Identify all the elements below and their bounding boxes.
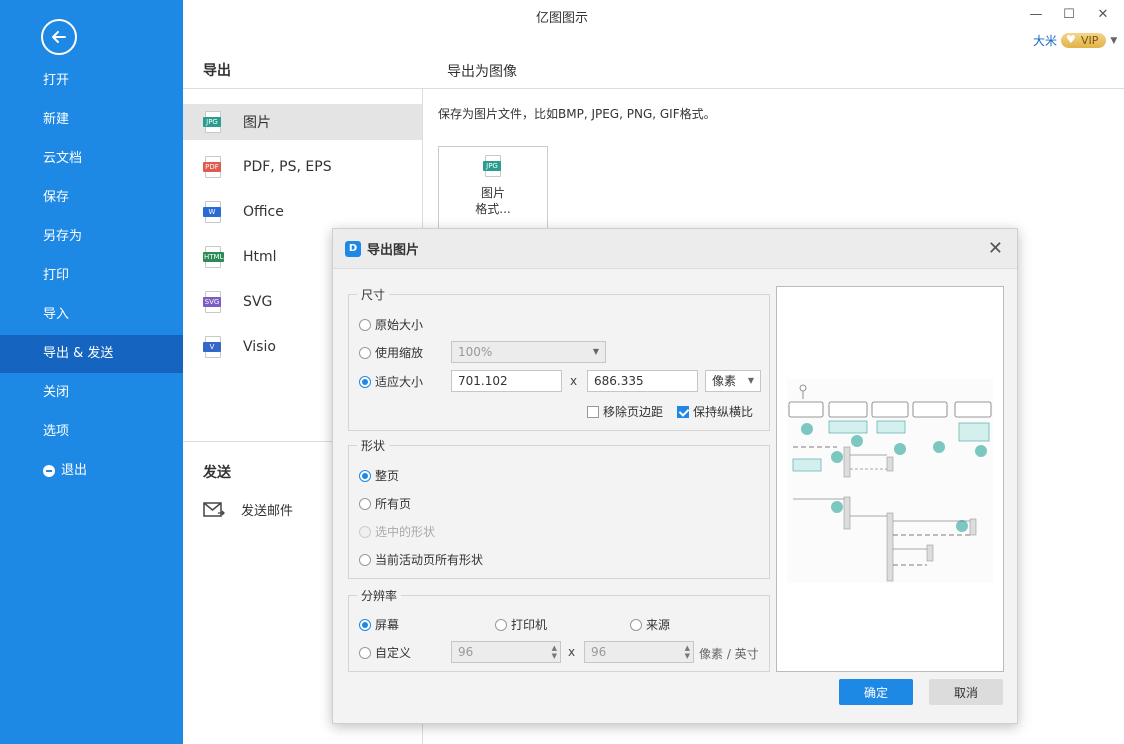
dialog-close-button[interactable]: ✕ [988, 238, 1003, 259]
ok-button[interactable]: 确定 [839, 679, 913, 705]
sidebar-item-new[interactable]: 新建 [0, 101, 183, 139]
jpg-file-icon: JPG [203, 111, 223, 133]
exit-icon [43, 465, 55, 477]
keep-ratio-checkbox[interactable]: 保持纵横比 [677, 403, 753, 420]
radio-button[interactable] [495, 618, 507, 631]
word-file-icon: W [203, 201, 223, 223]
maximize-button[interactable]: ☐ [1057, 4, 1081, 24]
send-mail-item[interactable]: 发送邮件 [203, 500, 293, 519]
svg-file-icon: SVG [203, 291, 223, 313]
chevron-down-icon: ▼ [1110, 35, 1118, 46]
radio-button[interactable] [359, 318, 371, 331]
shape-selected-option: 选中的形状 [359, 523, 435, 540]
size-group-title: 尺寸 [357, 286, 390, 303]
remove-margin-checkbox[interactable]: 移除页边距 [587, 403, 663, 420]
shape-group-title: 形状 [357, 437, 390, 454]
height-input[interactable]: 686.335 [587, 370, 698, 392]
user-menu[interactable]: 大米 VIP ▼ [1033, 32, 1117, 49]
size-scale-option[interactable]: 使用缩放 [359, 344, 423, 361]
resolution-screen-option[interactable]: 屏幕 [359, 616, 399, 633]
visio-file-icon: V [203, 336, 223, 358]
pdf-file-icon: PDF [203, 156, 223, 178]
mail-icon [203, 501, 225, 517]
jpg-file-icon: JPG [483, 155, 503, 177]
radio-button [359, 525, 371, 538]
spinner-icon: ▲ ▼ [684, 644, 690, 660]
sidebar-item-export-send[interactable]: 导出 & 发送 [0, 335, 183, 373]
radio-button[interactable] [359, 618, 371, 631]
size-fit-option[interactable]: 适应大小 [359, 373, 423, 390]
resolution-printer-option[interactable]: 打印机 [495, 616, 547, 633]
export-item-image[interactable]: JPG 图片 [183, 104, 422, 140]
sidebar: 打开 新建 云文档 保存 另存为 打印 导入 导出 & 发送 关闭 选项 退出 [0, 0, 183, 744]
export-title: 导出 [203, 63, 231, 79]
radio-button[interactable] [359, 646, 371, 659]
dpi-x-input[interactable]: 96 ▲ ▼ [451, 641, 561, 663]
unit-select[interactable]: 像素 ▼ [705, 370, 761, 392]
right-title: 导出为图像 [447, 64, 517, 80]
shape-all-pages-option[interactable]: 所有页 [359, 495, 411, 512]
app-logo-icon: D [345, 240, 361, 257]
radio-button[interactable] [630, 618, 642, 631]
shape-current-all-option[interactable]: 当前活动页所有形状 [359, 551, 483, 568]
sidebar-item-import[interactable]: 导入 [0, 296, 183, 334]
chevron-down-icon: ▼ [747, 376, 754, 385]
size-original-option[interactable]: 原始大小 [359, 316, 423, 333]
sidebar-item-exit[interactable]: 退出 [0, 452, 183, 490]
times-sign: x [570, 374, 578, 388]
sidebar-item-cloud[interactable]: 云文档 [0, 140, 183, 178]
diagram-preview [787, 379, 993, 583]
sidebar-item-open[interactable]: 打开 [0, 62, 183, 100]
resolution-group-title: 分辨率 [357, 587, 402, 604]
sidebar-item-options[interactable]: 选项 [0, 413, 183, 451]
chevron-down-icon: ▼ [592, 347, 599, 356]
maximize-icon: ☐ [1063, 6, 1075, 22]
app-title: 亿图图示 [535, 11, 588, 26]
scale-select[interactable]: 100% ▼ [451, 341, 606, 363]
radio-button[interactable] [359, 553, 371, 566]
dpi-unit-label: 像素 / 英寸 [699, 647, 759, 661]
export-item-pdf[interactable]: PDF PDF, PS, EPS [183, 149, 422, 185]
shape-whole-page-option[interactable]: 整页 [359, 467, 399, 484]
right-description: 保存为图片文件，比如BMP, JPEG, PNG, GIF格式。 [438, 107, 716, 121]
card-label: 图片 格式... [475, 186, 511, 216]
radio-button[interactable] [359, 497, 371, 510]
preview-pane [776, 286, 1004, 672]
spinner-icon: ▲ ▼ [551, 644, 557, 660]
resolution-custom-option[interactable]: 自定义 [359, 644, 411, 661]
minimize-button[interactable]: — [1024, 4, 1048, 24]
export-image-dialog: D 导出图片 ✕ 尺寸 原始大小 使用缩放 100% ▼ 适应大小 701.102… [332, 228, 1018, 724]
dialog-title: 导出图片 [367, 243, 420, 258]
sidebar-item-print[interactable]: 打印 [0, 257, 183, 295]
shape-group: 形状 整页 所有页 选中的形状 当前活动页所有形状 [348, 437, 770, 579]
size-group: 尺寸 原始大小 使用缩放 100% ▼ 适应大小 701.102 x 686.33… [348, 286, 770, 431]
user-name: 大米 [1033, 34, 1058, 48]
close-window-button[interactable]: ✕ [1091, 4, 1115, 24]
resolution-group: 分辨率 屏幕 打印机 来源 自定义 96 ▲ ▼ x 96 ▲ ▼ 像素 / 英寸 [348, 587, 770, 672]
cancel-button[interactable]: 取消 [929, 679, 1003, 705]
dpi-y-input[interactable]: 96 ▲ ▼ [584, 641, 694, 663]
radio-button[interactable] [359, 375, 371, 388]
checkbox[interactable] [587, 405, 599, 418]
arrow-left-icon [52, 31, 66, 43]
header-divider [183, 88, 1124, 89]
sidebar-item-close[interactable]: 关闭 [0, 374, 183, 412]
width-input[interactable]: 701.102 [451, 370, 562, 392]
html-file-icon: HTML [203, 246, 225, 268]
close-icon: ✕ [1097, 6, 1109, 22]
checkbox[interactable] [677, 405, 689, 418]
send-title: 发送 [203, 465, 231, 481]
times-sign: x [568, 645, 576, 659]
radio-button[interactable] [359, 346, 371, 359]
resolution-source-option[interactable]: 来源 [630, 616, 670, 633]
radio-button[interactable] [359, 469, 371, 482]
dialog-header: D 导出图片 ✕ [333, 229, 1017, 269]
sidebar-item-save[interactable]: 保存 [0, 179, 183, 217]
vip-badge: VIP [1061, 33, 1107, 48]
export-item-office[interactable]: W Office [183, 194, 422, 230]
minimize-icon: — [1029, 6, 1043, 22]
sidebar-item-save-as[interactable]: 另存为 [0, 218, 183, 256]
